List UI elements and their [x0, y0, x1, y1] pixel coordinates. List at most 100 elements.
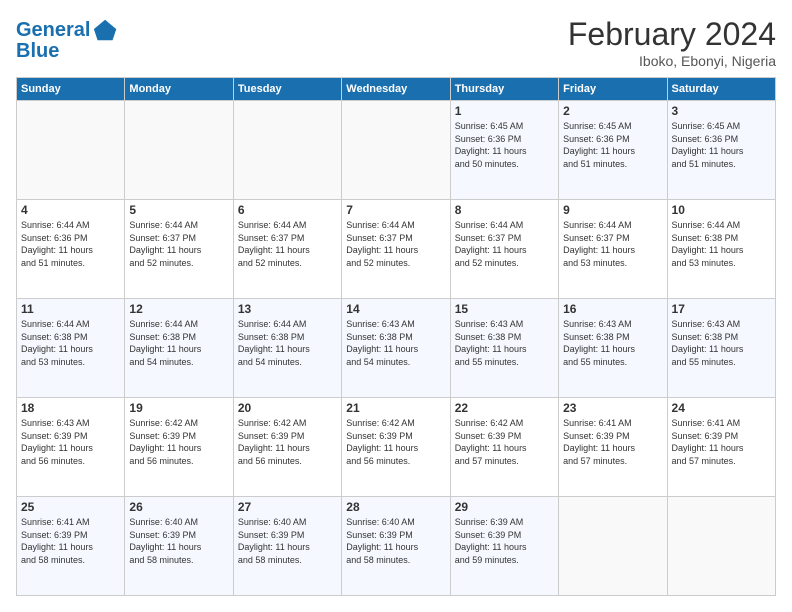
- day-info: Sunrise: 6:39 AM Sunset: 6:39 PM Dayligh…: [455, 516, 554, 566]
- header-tuesday: Tuesday: [233, 78, 341, 101]
- cell-w2-d1: 12Sunrise: 6:44 AM Sunset: 6:38 PM Dayli…: [125, 299, 233, 398]
- day-number: 23: [563, 401, 662, 415]
- cell-w2-d5: 16 Sunrise: 6:43 AM Sunset: 6:38 PM Dayli…: [559, 299, 667, 398]
- cell-w0-d6: 3 Sunrise: 6:45 AM Sunset: 6:36 PM Daylig…: [667, 101, 775, 200]
- cell-w3-d1: 19 Sunrise: 6:42 AM Sunset: 6:39 PM Dayli…: [125, 398, 233, 497]
- cell-w1-d5: 9 Sunrise: 6:44 AM Sunset: 6:37 PM Daylig…: [559, 200, 667, 299]
- cell-w1-d3: 7Sunrise: 6:44 AM Sunset: 6:37 PM Daylig…: [342, 200, 450, 299]
- day-info: Sunrise: 6:40 AM Sunset: 6:39 PM Dayligh…: [129, 516, 228, 566]
- day-info: Sunrise: 6:45 AM Sunset: 6:36 PM Dayligh…: [672, 120, 771, 170]
- header-friday: Friday: [559, 78, 667, 101]
- cell-w1-d0: 4Sunrise: 6:44 AM Sunset: 6:36 PM Daylig…: [17, 200, 125, 299]
- day-number: 13: [238, 302, 337, 316]
- day-number: 14: [346, 302, 445, 316]
- page-header: General Blue February 2024 Iboko, Ebonyi…: [16, 16, 776, 69]
- cell-w4-d5: [559, 497, 667, 596]
- day-number: 11: [21, 302, 120, 316]
- cell-w1-d1: 5Sunrise: 6:44 AM Sunset: 6:37 PM Daylig…: [125, 200, 233, 299]
- cell-w4-d6: [667, 497, 775, 596]
- cell-w3-d5: 23 Sunrise: 6:41 AM Sunset: 6:39 PM Dayli…: [559, 398, 667, 497]
- cell-w3-d2: 20 Sunrise: 6:42 AM Sunset: 6:39 PM Dayli…: [233, 398, 341, 497]
- day-number: 21: [346, 401, 445, 415]
- day-number: 15: [455, 302, 554, 316]
- cell-w3-d6: 24 Sunrise: 6:41 AM Sunset: 6:39 PM Dayli…: [667, 398, 775, 497]
- day-info: Sunrise: 6:44 AM Sunset: 6:38 PM Dayligh…: [238, 318, 337, 368]
- day-number: 6: [238, 203, 337, 217]
- day-info: Sunrise: 6:41 AM Sunset: 6:39 PM Dayligh…: [563, 417, 662, 467]
- day-info: Sunrise: 6:42 AM Sunset: 6:39 PM Dayligh…: [129, 417, 228, 467]
- cell-w1-d4: 8 Sunrise: 6:44 AM Sunset: 6:37 PM Daylig…: [450, 200, 558, 299]
- day-number: 20: [238, 401, 337, 415]
- day-info: Sunrise: 6:44 AM Sunset: 6:38 PM Dayligh…: [21, 318, 120, 368]
- cell-w1-d2: 6Sunrise: 6:44 AM Sunset: 6:37 PM Daylig…: [233, 200, 341, 299]
- day-info: Sunrise: 6:42 AM Sunset: 6:39 PM Dayligh…: [238, 417, 337, 467]
- day-number: 25: [21, 500, 120, 514]
- cell-w0-d2: [233, 101, 341, 200]
- cell-w1-d6: 10Sunrise: 6:44 AM Sunset: 6:38 PM Dayli…: [667, 200, 775, 299]
- day-number: 22: [455, 401, 554, 415]
- logo-text: General: [16, 19, 90, 41]
- cell-w4-d2: 27Sunrise: 6:40 AM Sunset: 6:39 PM Dayli…: [233, 497, 341, 596]
- logo-icon: [92, 16, 120, 44]
- cell-w4-d1: 26 Sunrise: 6:40 AM Sunset: 6:39 PM Dayli…: [125, 497, 233, 596]
- day-number: 28: [346, 500, 445, 514]
- cell-w0-d1: [125, 101, 233, 200]
- header-wednesday: Wednesday: [342, 78, 450, 101]
- cell-w3-d3: 21 Sunrise: 6:42 AM Sunset: 6:39 PM Dayli…: [342, 398, 450, 497]
- week-row-4: 25 Sunrise: 6:41 AM Sunset: 6:39 PM Dayli…: [17, 497, 776, 596]
- day-number: 5: [129, 203, 228, 217]
- day-info: Sunrise: 6:40 AM Sunset: 6:39 PM Dayligh…: [346, 516, 445, 566]
- day-number: 16: [563, 302, 662, 316]
- day-number: 19: [129, 401, 228, 415]
- cell-w0-d5: 2Sunrise: 6:45 AM Sunset: 6:36 PM Daylig…: [559, 101, 667, 200]
- day-number: 17: [672, 302, 771, 316]
- day-info: Sunrise: 6:41 AM Sunset: 6:39 PM Dayligh…: [21, 516, 120, 566]
- day-info: Sunrise: 6:43 AM Sunset: 6:38 PM Dayligh…: [672, 318, 771, 368]
- title-block: February 2024 Iboko, Ebonyi, Nigeria: [568, 16, 776, 69]
- week-row-2: 11 Sunrise: 6:44 AM Sunset: 6:38 PM Dayli…: [17, 299, 776, 398]
- cell-w2-d4: 15 Sunrise: 6:43 AM Sunset: 6:38 PM Dayli…: [450, 299, 558, 398]
- header-thursday: Thursday: [450, 78, 558, 101]
- cell-w4-d3: 28 Sunrise: 6:40 AM Sunset: 6:39 PM Dayli…: [342, 497, 450, 596]
- day-number: 4: [21, 203, 120, 217]
- cell-w0-d4: 1Sunrise: 6:45 AM Sunset: 6:36 PM Daylig…: [450, 101, 558, 200]
- day-number: 24: [672, 401, 771, 415]
- day-number: 27: [238, 500, 337, 514]
- day-number: 26: [129, 500, 228, 514]
- day-number: 8: [455, 203, 554, 217]
- cell-w4-d0: 25 Sunrise: 6:41 AM Sunset: 6:39 PM Dayli…: [17, 497, 125, 596]
- day-number: 2: [563, 104, 662, 118]
- day-info: Sunrise: 6:43 AM Sunset: 6:39 PM Dayligh…: [21, 417, 120, 467]
- day-info: Sunrise: 6:44 AM Sunset: 6:38 PM Dayligh…: [672, 219, 771, 269]
- cell-w2-d2: 13 Sunrise: 6:44 AM Sunset: 6:38 PM Dayli…: [233, 299, 341, 398]
- cell-w2-d0: 11 Sunrise: 6:44 AM Sunset: 6:38 PM Dayli…: [17, 299, 125, 398]
- header-saturday: Saturday: [667, 78, 775, 101]
- day-info: Sunrise: 6:44 AM Sunset: 6:37 PM Dayligh…: [563, 219, 662, 269]
- day-number: 29: [455, 500, 554, 514]
- day-info: Sunrise: 6:43 AM Sunset: 6:38 PM Dayligh…: [346, 318, 445, 368]
- cell-w3-d4: 22Sunrise: 6:42 AM Sunset: 6:39 PM Dayli…: [450, 398, 558, 497]
- day-info: Sunrise: 6:45 AM Sunset: 6:36 PM Dayligh…: [455, 120, 554, 170]
- cell-w4-d4: 29 Sunrise: 6:39 AM Sunset: 6:39 PM Dayli…: [450, 497, 558, 596]
- calendar-title: February 2024: [568, 16, 776, 53]
- week-row-1: 4Sunrise: 6:44 AM Sunset: 6:36 PM Daylig…: [17, 200, 776, 299]
- cell-w2-d6: 17 Sunrise: 6:43 AM Sunset: 6:38 PM Dayli…: [667, 299, 775, 398]
- cell-w3-d0: 18 Sunrise: 6:43 AM Sunset: 6:39 PM Dayli…: [17, 398, 125, 497]
- day-info: Sunrise: 6:42 AM Sunset: 6:39 PM Dayligh…: [346, 417, 445, 467]
- header-sunday: Sunday: [17, 78, 125, 101]
- day-number: 12: [129, 302, 228, 316]
- day-info: Sunrise: 6:43 AM Sunset: 6:38 PM Dayligh…: [563, 318, 662, 368]
- day-number: 9: [563, 203, 662, 217]
- week-row-0: 1Sunrise: 6:45 AM Sunset: 6:36 PM Daylig…: [17, 101, 776, 200]
- logo: General Blue: [16, 16, 120, 63]
- calendar-subtitle: Iboko, Ebonyi, Nigeria: [568, 53, 776, 69]
- day-number: 18: [21, 401, 120, 415]
- day-info: Sunrise: 6:41 AM Sunset: 6:39 PM Dayligh…: [672, 417, 771, 467]
- week-row-3: 18 Sunrise: 6:43 AM Sunset: 6:39 PM Dayli…: [17, 398, 776, 497]
- day-number: 3: [672, 104, 771, 118]
- header-monday: Monday: [125, 78, 233, 101]
- header-row: Sunday Monday Tuesday Wednesday Thursday…: [17, 78, 776, 101]
- day-info: Sunrise: 6:44 AM Sunset: 6:37 PM Dayligh…: [455, 219, 554, 269]
- day-info: Sunrise: 6:43 AM Sunset: 6:38 PM Dayligh…: [455, 318, 554, 368]
- cell-w2-d3: 14 Sunrise: 6:43 AM Sunset: 6:38 PM Dayli…: [342, 299, 450, 398]
